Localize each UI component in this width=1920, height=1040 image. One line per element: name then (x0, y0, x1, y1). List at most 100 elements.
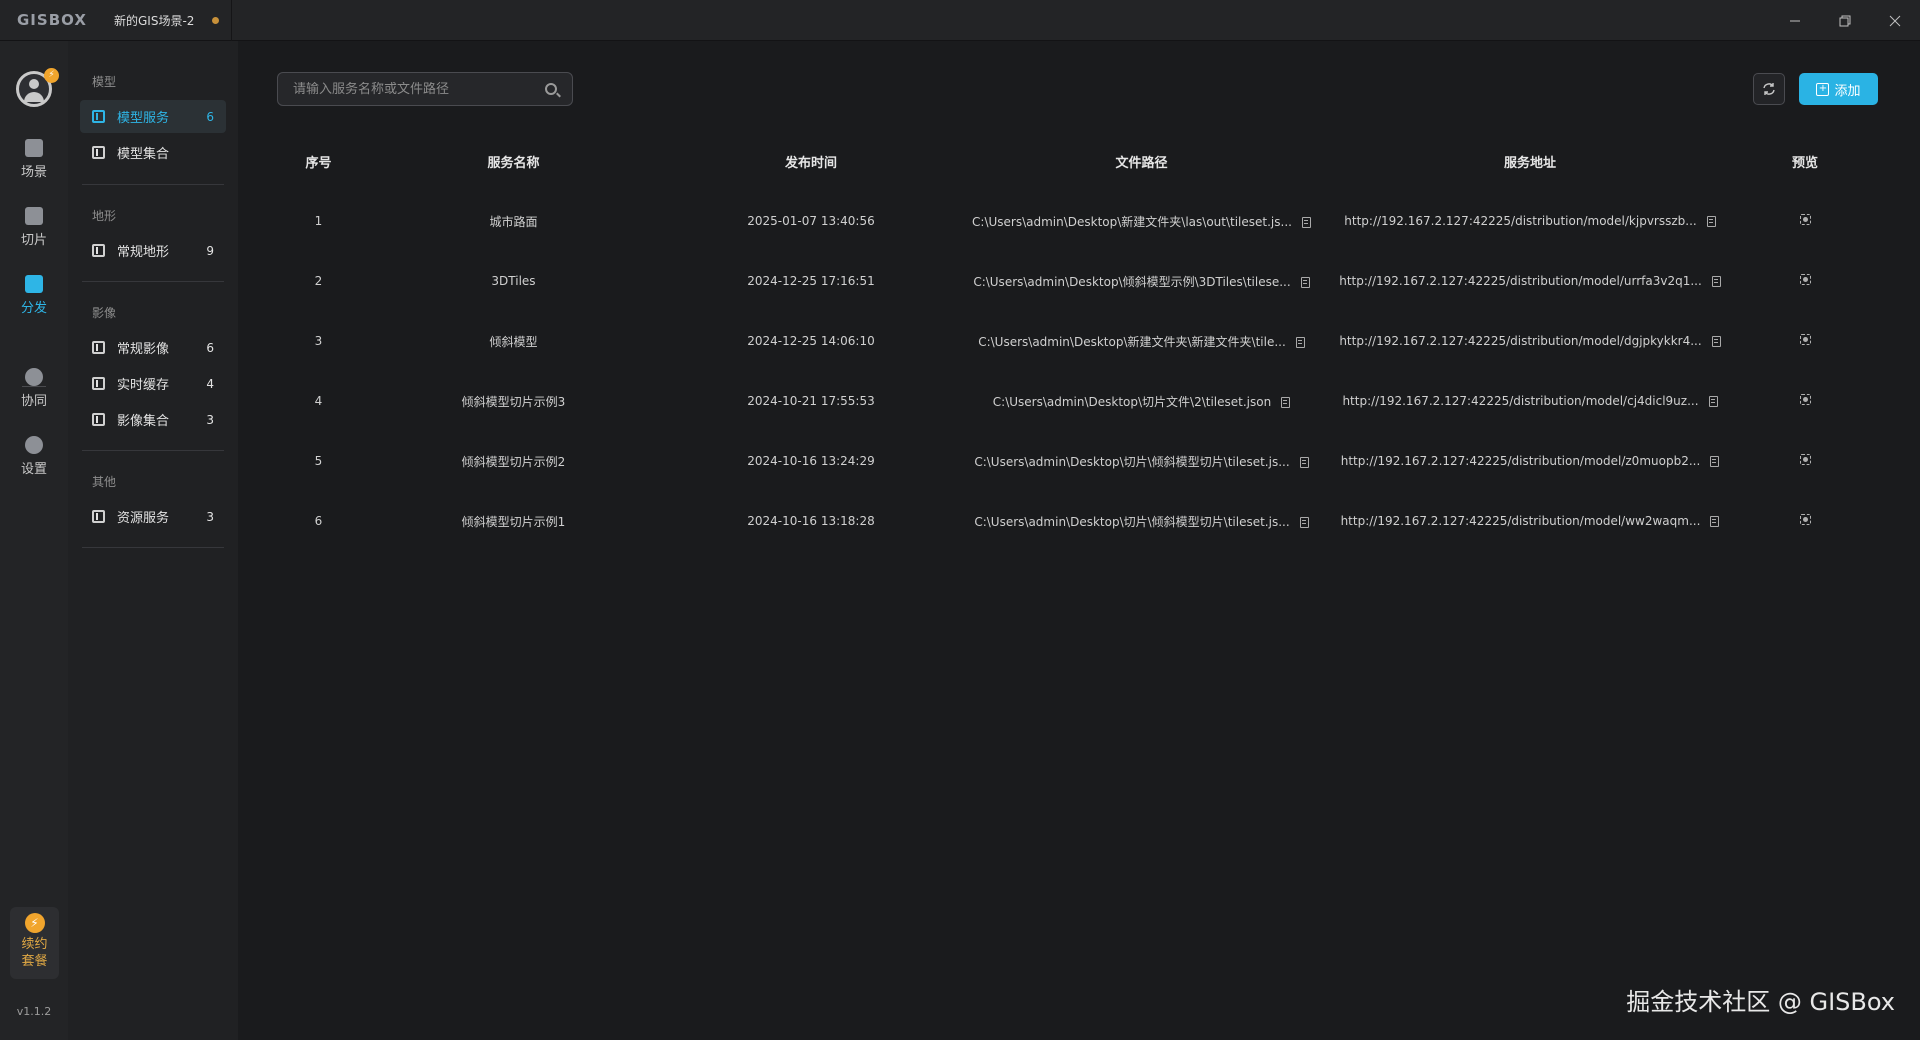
table-row[interactable]: 1 城市路面 2025-01-07 13:40:56 C:\Users\admi… (277, 191, 1878, 251)
cat-item-realtime-cache[interactable]: 实时缓存 4 (80, 367, 226, 400)
copy-url-icon[interactable] (1710, 516, 1720, 527)
cell-time: 2025-01-07 13:40:56 (747, 214, 875, 228)
rail-item-collab[interactable]: 协同 (0, 368, 68, 409)
preview-icon[interactable] (1799, 514, 1811, 525)
cat-item-resource-service[interactable]: 资源服务 3 (80, 500, 226, 533)
document-tab-label: 新的GIS场景-2 (114, 13, 195, 28)
cat-item-label: 实时缓存 (117, 378, 170, 393)
category-heading-imagery: 影像 (92, 306, 117, 320)
copy-url-icon[interactable] (1710, 456, 1720, 467)
path-text: C:\Users\admin\Desktop\切片\倾斜模型切片\tileset… (974, 514, 1290, 529)
preview-icon[interactable] (1799, 454, 1811, 465)
path-text: C:\Users\admin\Desktop\切片文件\2\tileset.js… (992, 394, 1272, 409)
cat-item-imagery-collection[interactable]: 影像集合 3 (80, 403, 226, 436)
renew-plan-line1: 续约 (21, 937, 48, 952)
cat-item-label: 模型服务 (117, 111, 170, 126)
cat-item-count: 6 (206, 340, 214, 355)
category-panel: 模型 模型服务 6 模型集合 地形 常规地形 9 影像 常规影像 6 实时缓存 … (68, 41, 238, 1040)
cell-url: http://192.167.2.127:42225/distribution/… (1328, 191, 1732, 251)
rail-item-label: 协同 (20, 394, 47, 409)
cell-preview (1732, 311, 1878, 371)
path-text: C:\Users\admin\Desktop\新建文件夹\las\out\til… (972, 214, 1292, 229)
copy-url-icon[interactable] (1708, 396, 1718, 407)
url-text: http://192.167.2.127:42225/distribution/… (1340, 454, 1701, 468)
app-version: v1.1.2 (16, 1005, 52, 1018)
path-text: C:\Users\admin\Desktop\切片\倾斜模型切片\tileset… (974, 454, 1290, 469)
cell-name: 城市路面 (489, 214, 538, 229)
copy-path-icon[interactable] (1299, 456, 1309, 468)
slice-icon (25, 207, 43, 225)
refresh-button[interactable] (1753, 73, 1785, 105)
cat-item-count: 3 (206, 509, 214, 524)
copy-path-icon[interactable] (1301, 216, 1311, 228)
table-row[interactable]: 6 倾斜模型切片示例1 2024-10-16 13:18:28 C:\Users… (277, 491, 1878, 551)
search-icon[interactable] (545, 83, 557, 95)
cell-time: 2024-10-16 13:24:29 (747, 454, 875, 468)
rail-item-scene[interactable]: 场景 (0, 139, 68, 180)
cat-item-imagery[interactable]: 常规影像 6 (80, 331, 226, 364)
cat-item-count: 3 (206, 412, 214, 427)
cell-index: 4 (314, 394, 323, 408)
model-icon (92, 110, 105, 123)
copy-path-icon[interactable] (1299, 516, 1309, 528)
add-button[interactable]: + 添加 (1799, 73, 1878, 105)
path-text: C:\Users\admin\Desktop\倾斜模型示例\3DTiles\ti… (973, 274, 1291, 289)
renew-plan-button[interactable]: ⚡ 续约 套餐 (10, 907, 59, 979)
rail-item-settings[interactable]: 设置 (0, 436, 68, 477)
table-row[interactable]: 3 倾斜模型 2024-12-25 14:06:10 C:\Users\admi… (277, 311, 1878, 371)
cell-index: 3 (314, 334, 323, 348)
imagery-icon (92, 341, 105, 354)
window-controls (1770, 0, 1920, 41)
add-icon: + (1816, 82, 1830, 96)
category-heading-other: 其他 (92, 475, 117, 489)
minimize-icon[interactable] (1770, 0, 1820, 41)
copy-url-icon[interactable] (1711, 276, 1721, 287)
cat-item-model-service[interactable]: 模型服务 6 (80, 100, 226, 133)
cat-item-terrain[interactable]: 常规地形 9 (80, 234, 226, 267)
cell-url: http://192.167.2.127:42225/distribution/… (1328, 491, 1732, 551)
category-heading-model: 模型 (92, 75, 117, 89)
copy-path-icon[interactable] (1281, 396, 1291, 408)
preview-icon[interactable] (1799, 334, 1811, 345)
cell-path: C:\Users\admin\Desktop\切片\倾斜模型切片\tileset… (955, 431, 1328, 491)
cell-preview (1732, 371, 1878, 431)
url-text: http://192.167.2.127:42225/distribution/… (1339, 274, 1702, 288)
lock-icon (25, 368, 43, 386)
user-avatar[interactable]: ⚡ (16, 68, 59, 107)
rail-item-slice[interactable]: 切片 (0, 207, 68, 248)
path-text: C:\Users\admin\Desktop\新建文件夹\新建文件夹\tile.… (978, 334, 1286, 349)
restore-icon[interactable] (1820, 0, 1870, 41)
close-icon[interactable] (1870, 0, 1920, 41)
category-divider (82, 547, 224, 548)
cell-preview (1732, 251, 1878, 311)
category-divider (82, 184, 224, 185)
gear-icon (25, 436, 43, 454)
cell-name: 倾斜模型切片示例2 (461, 454, 566, 469)
cell-name: 倾斜模型切片示例1 (461, 514, 566, 529)
copy-path-icon[interactable] (1300, 276, 1310, 288)
cat-item-count: 9 (206, 243, 214, 258)
copy-path-icon[interactable] (1295, 336, 1305, 348)
preview-icon[interactable] (1799, 214, 1811, 225)
table-row[interactable]: 4 倾斜模型切片示例3 2024-10-21 17:55:53 C:\Users… (277, 371, 1878, 431)
cell-path: C:\Users\admin\Desktop\倾斜模型示例\3DTiles\ti… (955, 251, 1328, 311)
cell-path: C:\Users\admin\Desktop\新建文件夹\las\out\til… (955, 191, 1328, 251)
search-input[interactable] (293, 81, 533, 97)
table-row[interactable]: 2 3DTiles 2024-12-25 17:16:51 C:\Users\a… (277, 251, 1878, 311)
cell-url: http://192.167.2.127:42225/distribution/… (1328, 251, 1732, 311)
rail-item-distribute[interactable]: 分发 (0, 275, 68, 316)
preview-icon[interactable] (1799, 274, 1811, 285)
copy-url-icon[interactable] (1711, 336, 1721, 347)
col-header-time: 发布时间 (784, 155, 837, 171)
copy-url-icon[interactable] (1706, 216, 1716, 227)
cell-index: 5 (314, 454, 323, 468)
table-header-row: 序号 服务名称 发布时间 文件路径 服务地址 预览 (277, 131, 1878, 191)
cat-item-model-collection[interactable]: 模型集合 (80, 136, 226, 169)
cell-preview (1732, 431, 1878, 491)
document-tab[interactable]: 新的GIS场景-2 (108, 0, 233, 41)
category-divider (82, 281, 224, 282)
cell-time: 2024-12-25 17:16:51 (747, 274, 875, 288)
cell-name: 3DTiles (491, 274, 536, 288)
preview-icon[interactable] (1799, 394, 1811, 405)
table-row[interactable]: 5 倾斜模型切片示例2 2024-10-16 13:24:29 C:\Users… (277, 431, 1878, 491)
